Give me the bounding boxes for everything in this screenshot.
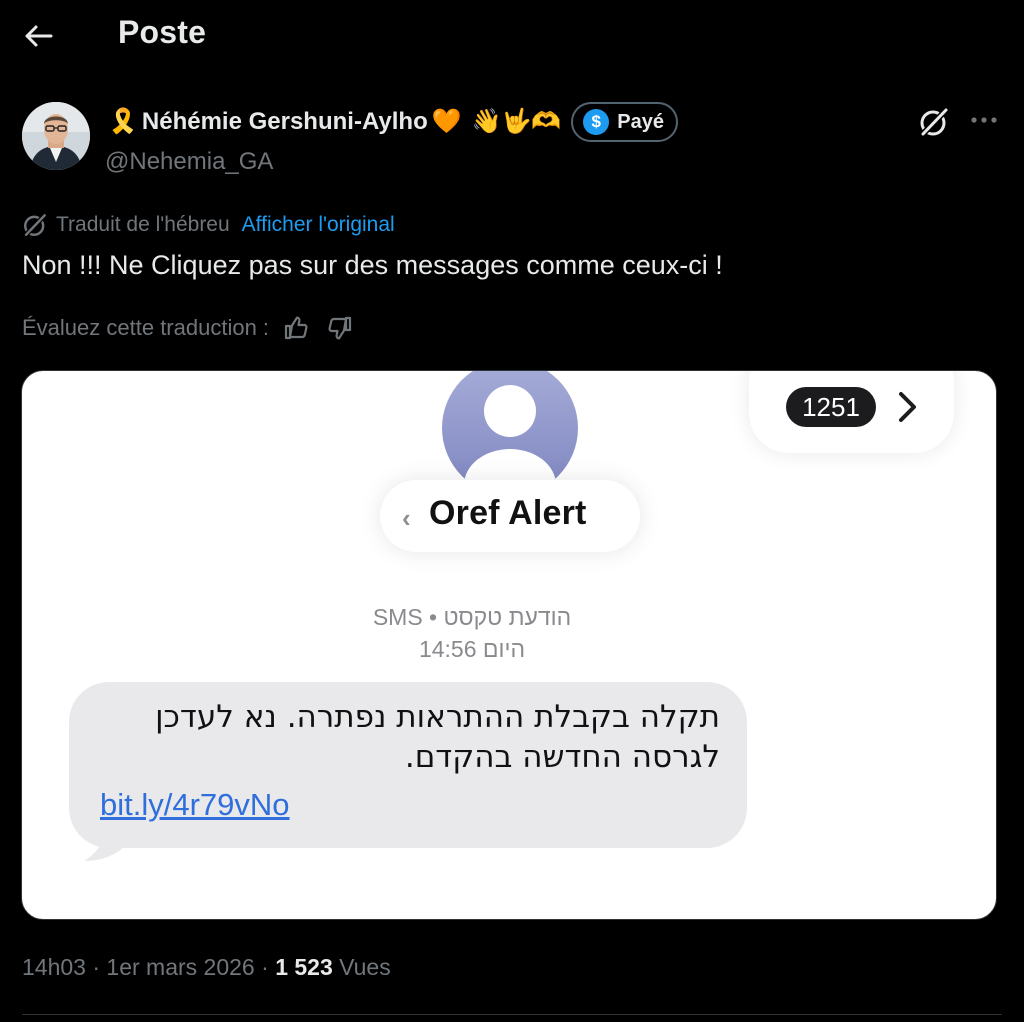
sms-meta: הודעת טקסט • SMS היום 14:56 [322,601,622,665]
grok-button[interactable] [916,104,952,140]
phishing-link: bit.ly/4r79vNo [100,787,290,822]
top-bar: Poste [0,0,1024,72]
post-date[interactable]: 1er mars 2026 [106,954,254,980]
post-time[interactable]: 14h03 [22,954,86,980]
divider [22,1014,1002,1015]
contact-avatar-icon [442,371,578,496]
contact-name: Oref Alert [429,494,587,532]
more-horizontal-icon [971,117,997,123]
dollar-coin-icon: $ [583,109,610,135]
author-avatar[interactable] [22,102,90,170]
paid-badge-label: Payé [617,110,664,133]
thumbs-up-button[interactable] [279,312,313,344]
back-button[interactable] [18,16,58,56]
hand-emojis: 👋🤟🫶 [471,108,562,135]
rate-translation-row: Évaluez cette traduction : [22,312,357,344]
message-line: לגרסה החדשה בהקדם. [404,739,720,775]
thumbs-down-icon [328,316,352,340]
paid-badge[interactable]: $ Payé [571,102,678,142]
separator-dot: · [261,954,269,980]
separator-dot: · [92,954,101,980]
views-count: 1 523 [275,954,333,980]
page-title: Poste [118,14,207,50]
message-line: תקלה בקבלת ההתראות נפתרה. נא לעדכן [155,699,720,735]
author-photo [22,102,90,170]
tweet-text: Non !!! Ne Cliquez pas sur des messages … [22,250,723,280]
thumbs-down-button[interactable] [323,312,357,344]
sms-type-label: הודעת טקסט • SMS [372,604,572,630]
attached-image[interactable]: 1251 ‹ Oref Alert הודעת טקסט • SMS היום … [21,370,997,920]
rate-translation-label: Évaluez cette traduction : [22,315,270,340]
yellow-ribbon-icon: 🎗️ [108,108,138,135]
views-label: Vues [339,954,391,980]
chevron-right-icon [894,387,922,427]
message-text: תקלה בקבלת ההתראות נפתרה. נא לעדכן לגרסה… [104,697,720,777]
chevron-left-icon: ‹ [402,503,411,533]
grok-icon [919,106,950,138]
bubble-tail [84,817,126,861]
arrow-left-icon [25,25,53,47]
sms-time-label: היום 14:56 [418,636,526,662]
post-metadata: 14h03 · 1er mars 2026 · 1 523 Vues [22,954,391,981]
more-options-button[interactable] [964,104,1004,136]
translate-icon [23,212,48,238]
thumbs-up-icon [284,316,308,340]
show-original-link[interactable]: Afficher l'original [242,213,395,237]
author-name[interactable]: Néhémie Gershuni-Aylho [142,108,428,136]
message-counter-badge: 1251 [786,387,876,427]
author-handle[interactable]: @Nehemia_GA [105,148,273,176]
orange-heart-icon: 🧡 [431,108,462,135]
translated-from-label: Traduit de l'hébreu [56,213,230,236]
translation-notice: Traduit de l'hébreu Afficher l'original [22,210,395,240]
author-line: 🎗️ Néhémie Gershuni-Aylho 🧡 👋🤟🫶 $ Payé [108,102,678,142]
